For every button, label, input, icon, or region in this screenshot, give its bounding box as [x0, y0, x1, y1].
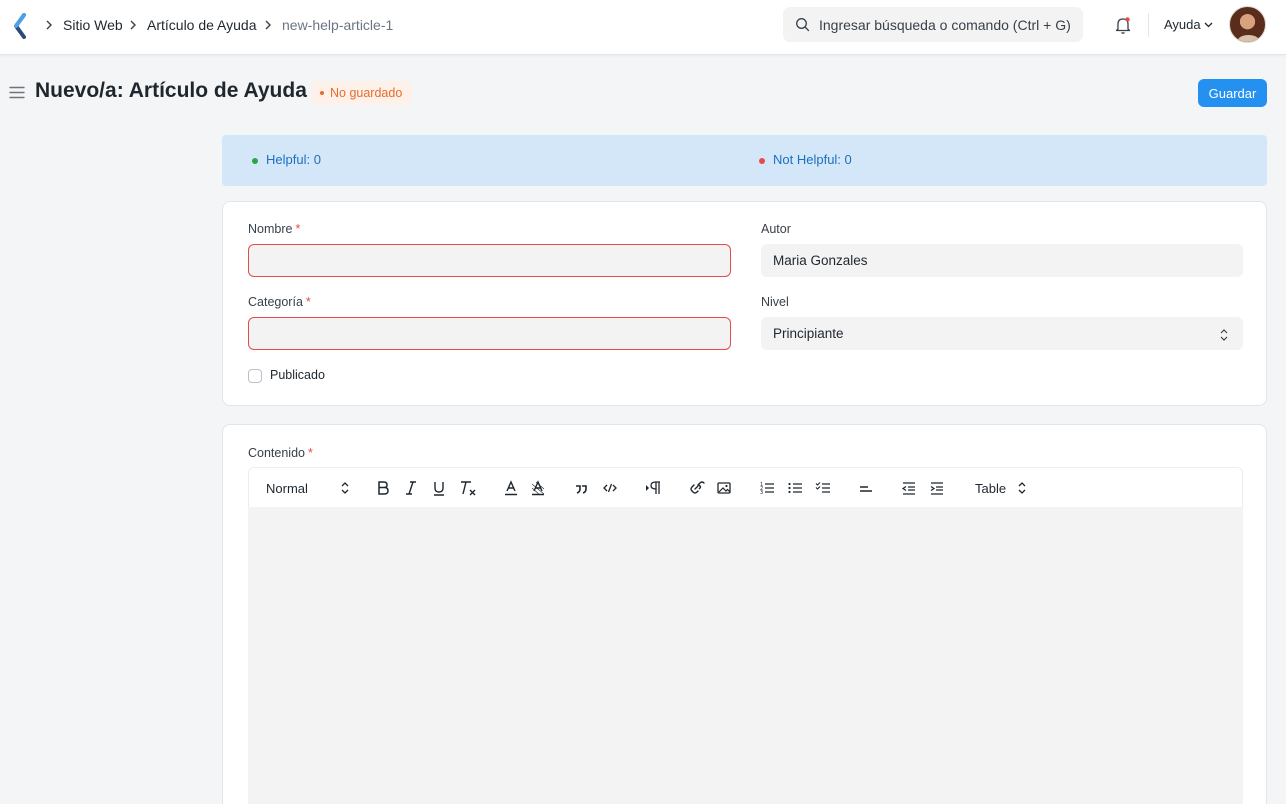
content-editor[interactable] — [248, 507, 1243, 804]
author-input[interactable] — [761, 244, 1243, 277]
text-direction-icon[interactable] — [644, 479, 662, 497]
help-dropdown[interactable]: Ayuda — [1164, 17, 1201, 32]
blockquote-icon[interactable] — [573, 479, 589, 497]
name-input[interactable] — [248, 244, 731, 277]
breadcrumb-current[interactable]: new-help-article-1 — [282, 17, 393, 33]
ordered-list-icon[interactable]: 123 — [759, 479, 775, 497]
notification-bell-icon[interactable] — [1113, 15, 1133, 35]
level-label: Nivel — [761, 295, 789, 309]
chevron-right-icon — [130, 20, 136, 30]
chevron-right-icon — [46, 20, 52, 30]
align-left-icon[interactable] — [858, 479, 874, 497]
breadcrumb-sitio-web[interactable]: Sitio Web — [63, 17, 123, 33]
search-placeholder: Ingresar búsqueda o comando (Ctrl + G) — [819, 17, 1071, 33]
author-label: Autor — [761, 222, 791, 236]
content-label: Contenido * — [248, 446, 313, 460]
select-arrows-icon — [341, 482, 349, 494]
search-icon — [796, 18, 810, 32]
navbar-divider — [1148, 13, 1149, 37]
select-arrows-icon — [1220, 329, 1228, 341]
page-title: Nuevo/a: Artículo de Ayuda — [35, 79, 307, 102]
bullet-list-icon[interactable] — [787, 479, 803, 497]
outdent-icon[interactable] — [901, 479, 917, 497]
search-bar[interactable]: Ingresar búsqueda o comando (Ctrl + G) — [783, 7, 1083, 42]
save-button[interactable]: Guardar — [1198, 79, 1267, 107]
details-card: Nombre* Autor Categoría* Nivel Principia… — [222, 201, 1267, 406]
name-label: Nombre * — [248, 222, 301, 236]
underline-icon[interactable] — [432, 479, 446, 497]
indent-icon[interactable] — [929, 479, 945, 497]
status-dot-icon — [320, 91, 324, 95]
feedback-banner: Helpful: 0 Not Helpful: 0 — [222, 135, 1267, 186]
breadcrumb-articulo-de-ayuda[interactable]: Artículo de Ayuda — [147, 17, 256, 33]
level-value: Principiante — [773, 326, 844, 341]
published-label: Publicado — [270, 368, 325, 382]
not-helpful-dot-icon — [759, 158, 765, 164]
link-icon[interactable] — [687, 479, 705, 497]
chevron-down-icon[interactable] — [1204, 22, 1213, 28]
helpful-dot-icon — [252, 158, 258, 164]
app-logo-icon[interactable] — [12, 13, 28, 39]
background-color-icon[interactable] — [530, 479, 546, 497]
image-icon[interactable] — [716, 479, 732, 497]
status-text: No guardado — [330, 86, 403, 100]
editor-toolbar: Normal 123 Table — [248, 467, 1243, 507]
table-menu[interactable]: Table — [975, 479, 1009, 497]
svg-text:3: 3 — [760, 490, 763, 496]
code-block-icon[interactable] — [602, 479, 618, 497]
category-label: Categoría * — [248, 295, 311, 309]
user-avatar[interactable] — [1229, 6, 1266, 43]
format-select-value: Normal — [266, 480, 308, 496]
level-select[interactable]: Principiante — [761, 317, 1243, 350]
table-menu-label: Table — [975, 480, 1007, 496]
content-card: Contenido * Normal 123 Table — [222, 424, 1267, 804]
bold-icon[interactable] — [376, 479, 390, 497]
status-badge: No guardado — [311, 81, 413, 105]
not-helpful-count: Not Helpful: 0 — [773, 152, 852, 167]
chevron-right-icon — [265, 20, 271, 30]
sidebar-toggle-icon[interactable] — [9, 86, 25, 99]
clear-format-icon[interactable] — [459, 479, 477, 497]
text-color-icon[interactable] — [503, 479, 519, 497]
check-list-icon[interactable] — [815, 479, 831, 497]
select-arrows-icon — [1018, 482, 1026, 494]
published-checkbox[interactable] — [248, 369, 262, 383]
helpful-count: Helpful: 0 — [266, 152, 321, 167]
navbar: Sitio Web Artículo de Ayuda new-help-art… — [0, 0, 1286, 55]
italic-icon[interactable] — [404, 479, 418, 497]
category-input[interactable] — [248, 317, 731, 350]
